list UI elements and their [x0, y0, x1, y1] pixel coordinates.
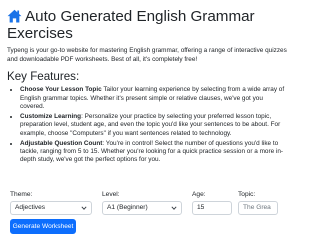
chevron-down-icon: [171, 206, 177, 210]
topic-label: Topic:: [238, 191, 256, 198]
feature-title: Choose Your Lesson Topic: [20, 86, 102, 94]
age-input[interactable]: 15: [192, 201, 232, 215]
feature-title: Customize Learning: [20, 112, 82, 120]
theme-select-value: Adjectives: [15, 204, 46, 211]
features-list: Choose Your Lesson Topic Tailor your lea…: [7, 86, 289, 165]
generate-worksheet-button[interactable]: Generate Worksheet: [10, 219, 76, 234]
level-select[interactable]: A1 (Beginner): [102, 201, 182, 215]
age-input-value: 15: [197, 204, 205, 211]
level-select-value: A1 (Beginner): [107, 204, 148, 211]
topic-input[interactable]: The Grea: [238, 201, 278, 215]
feature-item-customize: Customize Learning: Personalize your pra…: [20, 113, 289, 138]
age-label: Age:: [192, 191, 206, 198]
page-title: Auto Generated English Grammar Exercises: [7, 8, 289, 42]
theme-field: Theme:: [10, 191, 32, 199]
worksheet-form: Theme: Adjectives Level: A1 (Beginner) A…: [0, 191, 296, 217]
house-icon: [7, 9, 22, 23]
feature-item-topic: Choose Your Lesson Topic Tailor your lea…: [20, 86, 289, 111]
theme-label: Theme:: [10, 191, 33, 198]
age-field: Age:: [192, 191, 206, 199]
features-heading: Key Features:: [7, 70, 80, 84]
feature-title: Adjustable Question Count: [20, 139, 103, 147]
level-field: Level:: [102, 191, 120, 199]
topic-field: Topic:: [238, 191, 255, 199]
topic-input-placeholder: The Grea: [243, 204, 271, 211]
theme-select[interactable]: Adjectives: [10, 201, 92, 215]
feature-item-question-count: Adjustable Question Count: You're in con…: [20, 140, 289, 165]
page-title-text: Auto Generated English Grammar Exercises: [7, 8, 255, 42]
chevron-down-icon: [81, 206, 87, 210]
intro-paragraph: Typeng is your go-to website for masteri…: [7, 47, 287, 63]
level-label: Level:: [102, 191, 120, 198]
